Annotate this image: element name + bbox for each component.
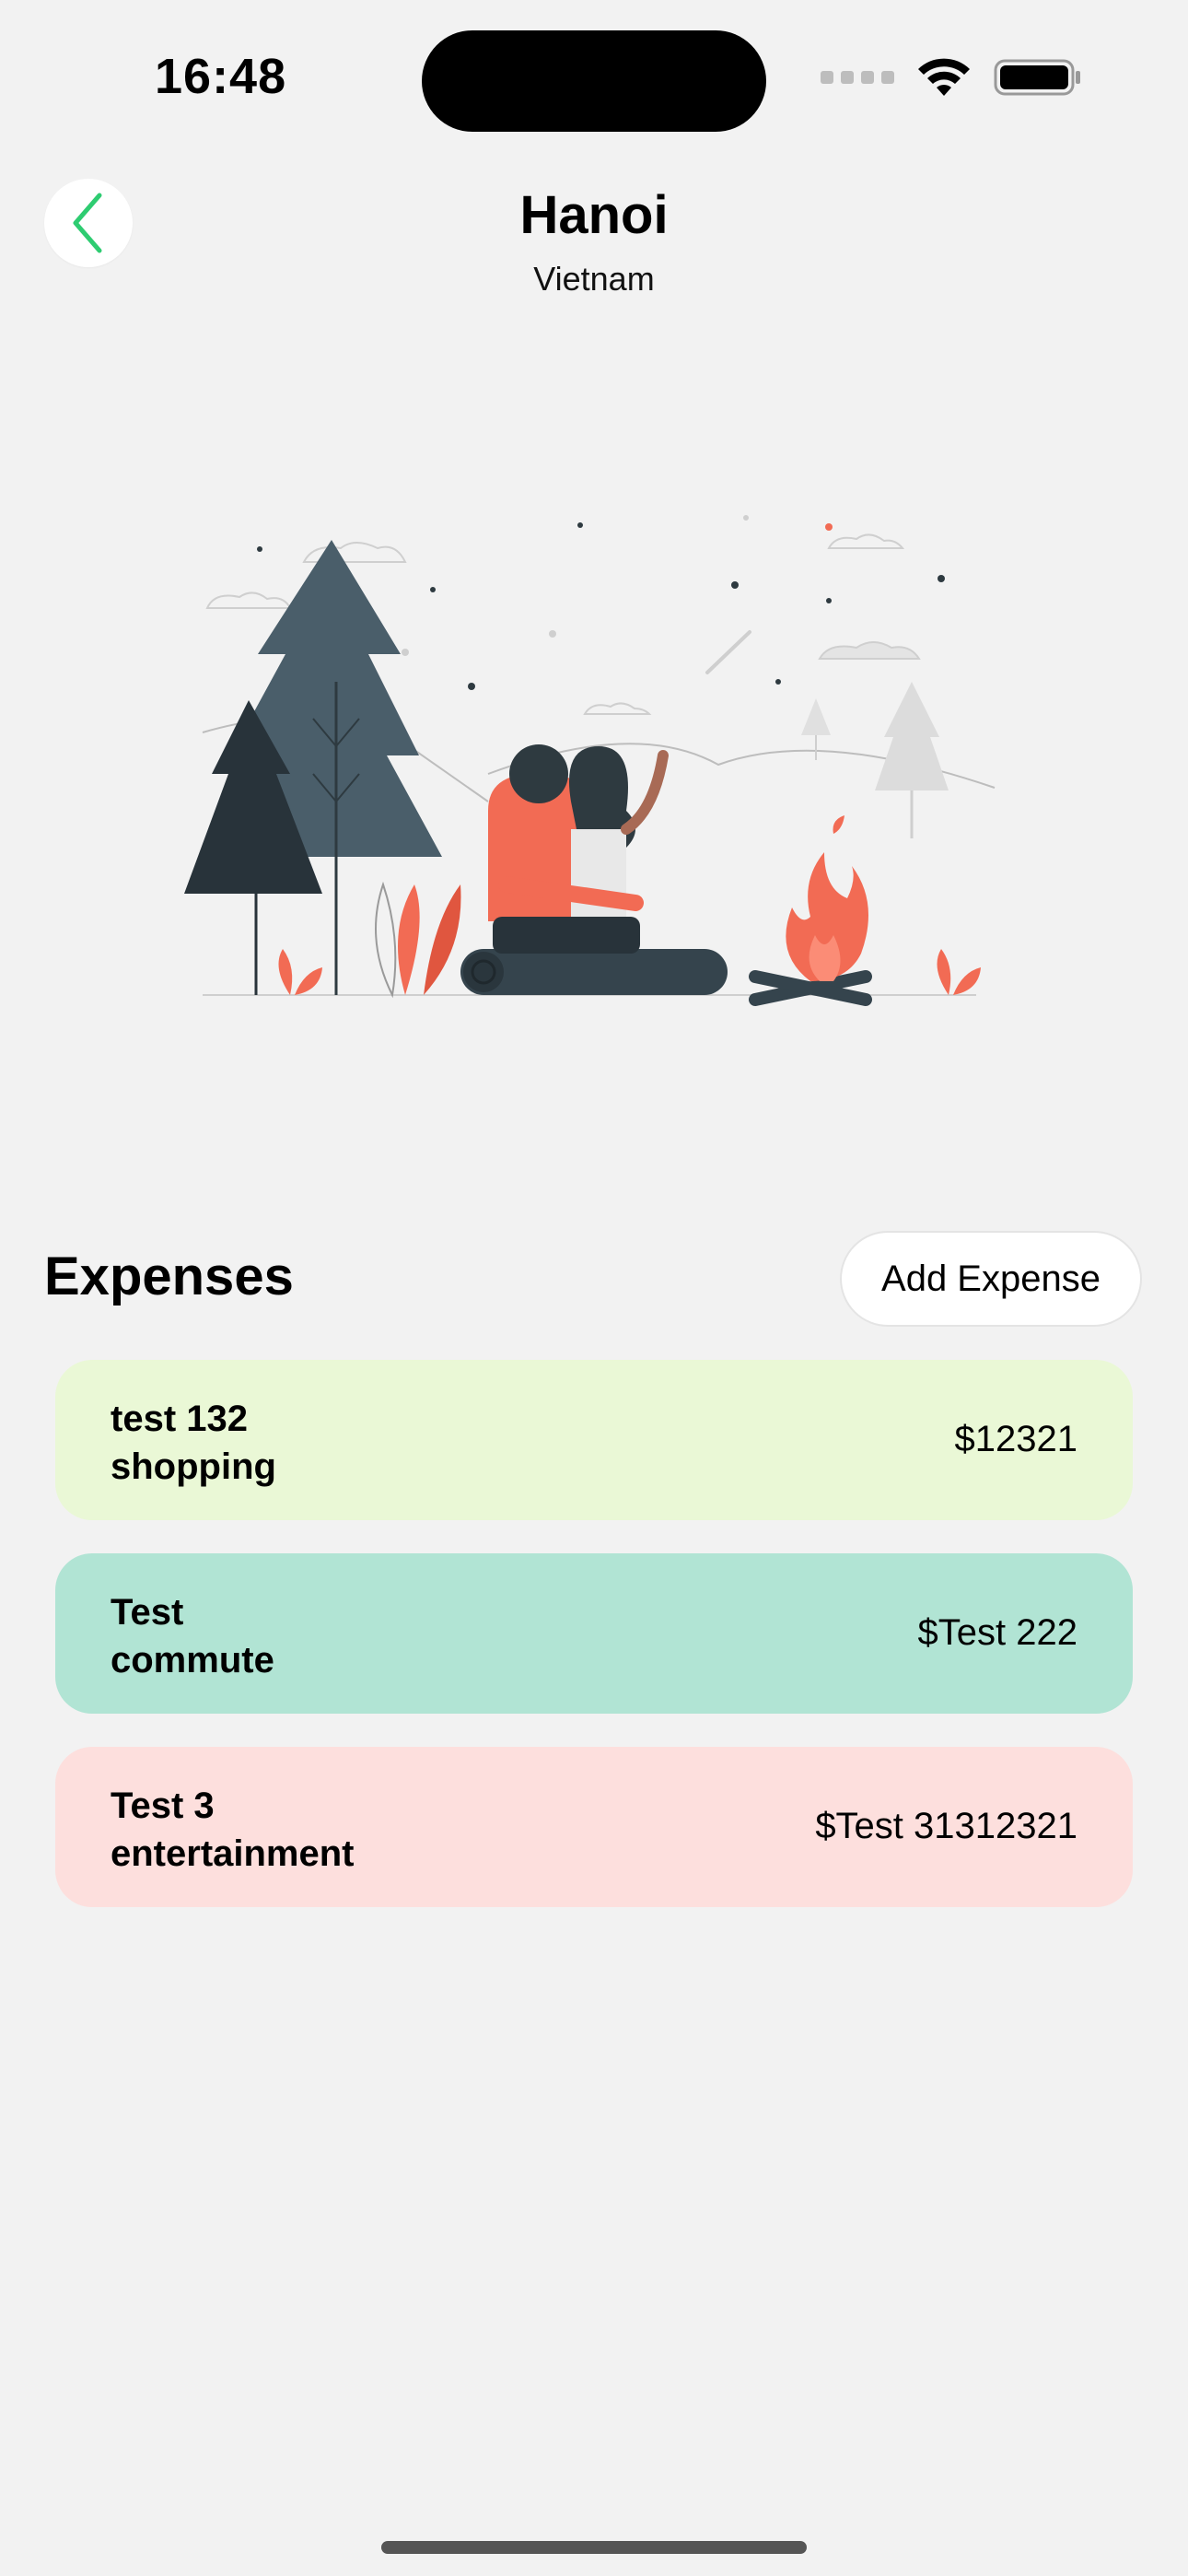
expense-category: shopping: [111, 1446, 276, 1487]
status-icons: [821, 57, 1082, 98]
expense-text: Test 3 entertainment: [111, 1782, 355, 1878]
expense-card[interactable]: test 132 shopping $12321: [55, 1360, 1133, 1520]
wifi-icon: [918, 58, 970, 96]
expense-name: Test: [111, 1592, 184, 1633]
expense-text: test 132 shopping: [111, 1395, 276, 1491]
status-time: 16:48: [155, 49, 287, 104]
expense-category: commute: [111, 1640, 274, 1680]
campfire-couple-illustration: [184, 515, 996, 1006]
add-expense-button[interactable]: Add Expense: [840, 1231, 1142, 1327]
expense-amount: $Test 222: [917, 1612, 1077, 1653]
expense-text: Test commute: [111, 1588, 274, 1684]
expense-name: test 132: [111, 1399, 248, 1439]
status-bar: 16:48: [0, 0, 1188, 157]
cellular-signal-icon: [821, 71, 894, 84]
expense-list: test 132 shopping $12321 Test commute $T…: [55, 1360, 1133, 1940]
expense-amount: $Test 31312321: [815, 1806, 1077, 1846]
page-subtitle: Vietnam: [533, 260, 655, 298]
expense-category: entertainment: [111, 1833, 355, 1874]
battery-icon: [994, 59, 1080, 96]
expense-name: Test 3: [111, 1786, 215, 1826]
dynamic-island: [422, 30, 766, 132]
expense-amount: $12321: [954, 1419, 1077, 1459]
expense-card[interactable]: Test commute $Test 222: [55, 1553, 1133, 1714]
home-indicator[interactable]: [381, 2541, 807, 2554]
expense-card[interactable]: Test 3 entertainment $Test 31312321: [55, 1747, 1133, 1907]
expenses-title: Expenses: [44, 1247, 294, 1306]
page-title: Hanoi: [519, 185, 669, 245]
